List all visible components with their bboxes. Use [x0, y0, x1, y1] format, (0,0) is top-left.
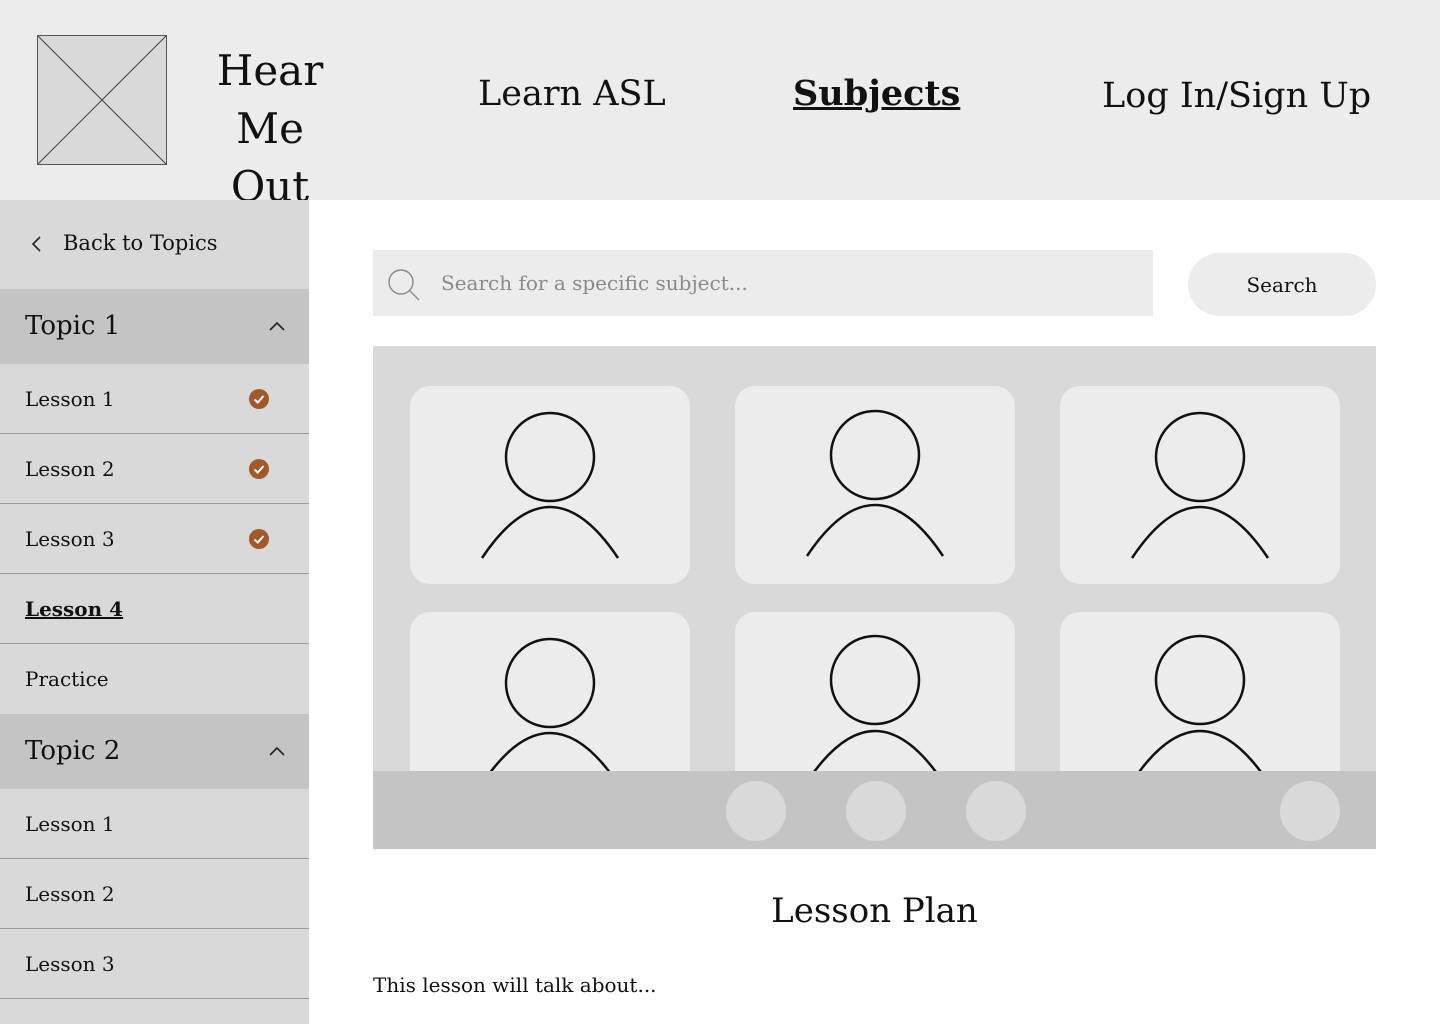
- video-call-area: [373, 346, 1376, 849]
- search-input[interactable]: [441, 264, 1131, 302]
- participant-tile[interactable]: [735, 386, 1015, 584]
- lesson-plan-title: Lesson Plan: [771, 891, 978, 931]
- back-to-topics-button[interactable]: Back to Topics: [0, 200, 309, 289]
- participant-tile[interactable]: [410, 386, 690, 584]
- sidebar-item-topic1-lesson3[interactable]: Lesson 3: [0, 504, 309, 574]
- lesson-label: Lesson 3: [25, 952, 115, 976]
- lesson-plan-body: This lesson will talk about...: [373, 973, 657, 997]
- call-control-button-3[interactable]: [966, 781, 1026, 841]
- sidebar-item-topic2-lesson1[interactable]: Lesson 1: [0, 789, 309, 859]
- lesson-label: Lesson 1: [25, 812, 115, 836]
- topic-1-header[interactable]: Topic 1: [0, 289, 309, 364]
- user-avatar-icon: [1130, 411, 1270, 559]
- sidebar-item-topic1-lesson1[interactable]: Lesson 1: [0, 364, 309, 434]
- lesson-label: Practice: [25, 667, 109, 691]
- brand-name[interactable]: Hear Me Out: [180, 42, 360, 216]
- brand-line-1: Hear Me: [216, 46, 324, 153]
- chevron-left-icon: [31, 236, 41, 252]
- back-to-topics-label: Back to Topics: [63, 231, 218, 255]
- lesson-sidebar: Back to Topics Topic 1 Lesson 1 Lesson 2…: [0, 200, 309, 1024]
- participant-tile[interactable]: [1060, 386, 1340, 584]
- search-icon: [388, 269, 420, 301]
- sidebar-item-topic1-practice[interactable]: Practice: [0, 644, 309, 714]
- topic-2-header[interactable]: Topic 2: [0, 714, 309, 789]
- check-circle-icon: [249, 529, 269, 549]
- logo-placeholder-icon[interactable]: [37, 35, 167, 165]
- sidebar-item-topic1-lesson2[interactable]: Lesson 2: [0, 434, 309, 504]
- nav-login-signup[interactable]: Log In/Sign Up: [1102, 74, 1371, 118]
- call-control-button-2[interactable]: [846, 781, 906, 841]
- chevron-up-icon: [269, 321, 285, 331]
- sidebar-item-topic2-lesson2[interactable]: Lesson 2: [0, 859, 309, 929]
- topic-label: Topic 2: [25, 736, 121, 766]
- call-control-button-1[interactable]: [726, 781, 786, 841]
- user-avatar-icon: [480, 411, 620, 559]
- lesson-label: Lesson 1: [25, 387, 115, 411]
- search-button[interactable]: Search: [1188, 253, 1376, 316]
- sidebar-item-topic1-lesson4[interactable]: Lesson 4: [0, 574, 309, 644]
- chevron-up-icon: [269, 746, 285, 756]
- lesson-label: Lesson 2: [25, 882, 115, 906]
- check-circle-icon: [249, 389, 269, 409]
- site-header: Hear Me Out Learn ASL Subjects Log In/Si…: [0, 0, 1440, 211]
- sidebar-item-topic2-lesson3[interactable]: Lesson 3: [0, 929, 309, 999]
- lesson-label: Lesson 2: [25, 457, 115, 481]
- nav-learn-asl[interactable]: Learn ASL: [478, 72, 666, 116]
- search-bar: [373, 250, 1153, 316]
- check-circle-icon: [249, 459, 269, 479]
- user-avatar-icon: [805, 409, 945, 557]
- lesson-label-active: Lesson 4: [25, 597, 124, 621]
- call-controls-bar: [373, 771, 1376, 849]
- topic-label: Topic 1: [25, 311, 121, 341]
- lesson-label: Lesson 3: [25, 527, 115, 551]
- call-control-button-4[interactable]: [1280, 781, 1340, 841]
- nav-subjects[interactable]: Subjects: [793, 72, 960, 116]
